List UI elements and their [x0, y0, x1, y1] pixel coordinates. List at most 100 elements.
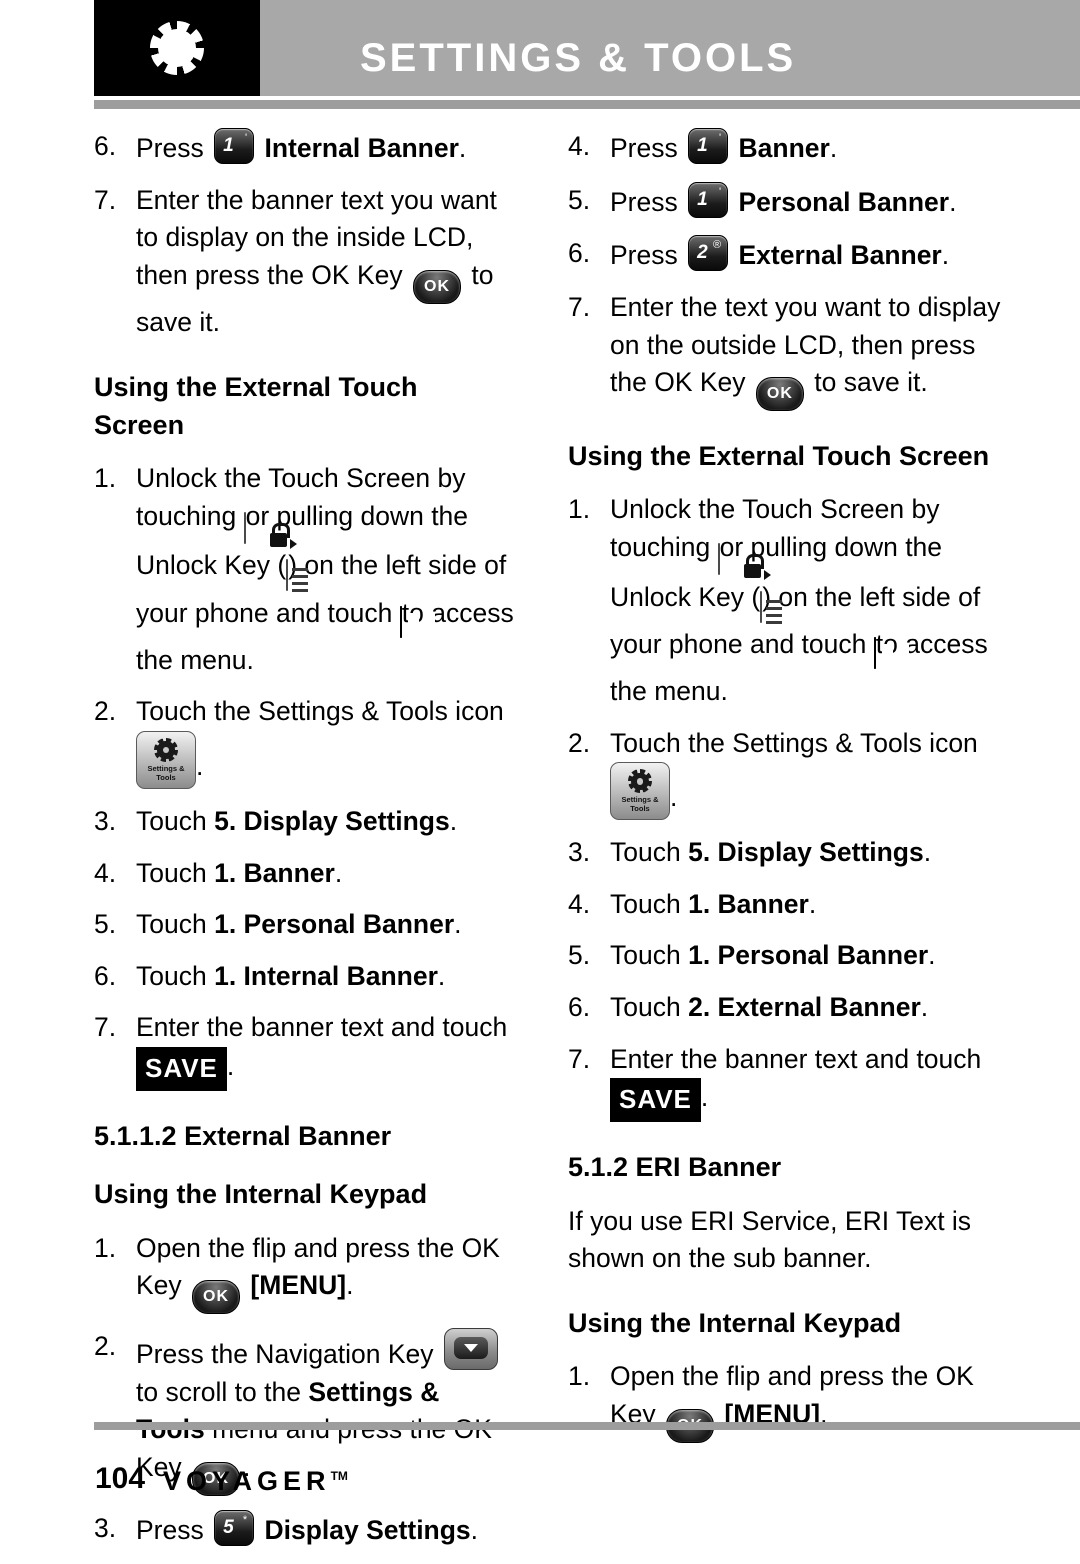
keypad-key-2-icon: 2 ® [688, 235, 729, 272]
step-text: . [700, 1082, 709, 1113]
step-text: Enter the text you want to display on th… [610, 291, 1001, 398]
list-body: Touch 1. Banner. [136, 855, 514, 893]
step-text: Touch the Settings & Tools icon [610, 727, 978, 758]
list-item: 3. Press 5 * Display Settings. [94, 1510, 514, 1550]
heading-external-banner: 5.1.1.2 External Banner [94, 1120, 392, 1151]
list-item: 5. Touch 1. Personal Banner. [94, 906, 514, 944]
step-text: Touch [136, 960, 215, 991]
list-number: 3. [568, 837, 591, 868]
list-number: 4. [568, 131, 591, 161]
list-item: 6. Press 2 ® External Banner. [568, 235, 1008, 275]
list-item: 5. Touch 1. Personal Banner. [568, 937, 1008, 975]
settings-tools-icon: Settings & Tools [136, 730, 196, 789]
list-body: Touch the Settings & Tools icon Settings… [610, 725, 1008, 821]
step-text: Press [610, 133, 678, 163]
list-number: 5. [94, 909, 117, 940]
step-text-bold: 1. Banner [214, 857, 335, 888]
list-number: 5. [568, 184, 591, 215]
footer-divider [94, 1422, 1080, 1430]
step-text: Touch [136, 857, 215, 888]
keypad-key-5-icon: 5 * [214, 1510, 255, 1547]
step-text: Touch [610, 940, 689, 971]
navigation-down-key-icon [443, 1328, 498, 1371]
unlock-padlock-icon [243, 511, 297, 549]
menu-grid-icon [873, 637, 909, 670]
step-text-bold: Internal Banner [264, 133, 459, 163]
list-number: 7. [568, 1043, 591, 1074]
step-text: Touch [610, 837, 689, 868]
step-text: Enter the banner text and touch [136, 1012, 508, 1043]
keypad-key-1-icon: 1 ' [688, 128, 729, 164]
step-text: . [437, 960, 446, 991]
list-item: 3. Touch 5. Display Settings. [568, 834, 1008, 872]
list-item: 4. Touch 1. Banner. [94, 855, 514, 893]
step-text: Touch [610, 888, 689, 919]
list-item: 1. Unlock the Touch Screen by touching o… [94, 460, 514, 679]
unlock-padlock-icon [717, 543, 771, 581]
step-text-bold: 1. Banner [688, 888, 809, 919]
step-text: . [196, 750, 204, 781]
step-text: Enter the banner text and touch [610, 1043, 982, 1074]
save-button[interactable]: SAVE [136, 1047, 227, 1091]
list-number: 7. [94, 1012, 117, 1043]
list-item: 4. Touch 1. Banner. [568, 886, 1008, 924]
list-body: Touch 5. Display Settings. [610, 834, 1008, 872]
list-body: Press 5 * Display Settings. [136, 1510, 514, 1550]
step-text: . [928, 940, 936, 971]
gear-icon [150, 21, 204, 75]
step-text: Press [136, 1515, 204, 1546]
unlock-key-icon [286, 559, 309, 593]
list-number: 7. [94, 184, 117, 215]
step-text: . [923, 837, 932, 868]
heading-using-internal-keypad: Using the Internal Keypad [568, 1307, 902, 1338]
step-text: . [458, 133, 467, 163]
list-item: 6. Press 1 ' Internal Banner. [94, 128, 514, 168]
list-body: Enter the text you want to display on th… [610, 289, 1008, 412]
step-text: Press [610, 240, 678, 271]
keypad-key-1-icon: 1 ' [214, 128, 255, 164]
heading-using-external-touch-screen: Using the External Touch Screen [568, 441, 990, 472]
list-item: 2. Touch the Settings & Tools icon Setti… [94, 693, 514, 789]
step-text-bold: Personal Banner [738, 186, 950, 217]
list-item: 4. Press 1 ' Banner. [568, 128, 1008, 168]
right-column: 4. Press 1 ' Banner. 5. Press 1 ' Personal… [568, 128, 1008, 1457]
page-number: 104 [95, 1462, 146, 1495]
list-item: 1. Open the flip and press the OK Key OK… [568, 1358, 1008, 1443]
ok-key-icon: OK [755, 377, 804, 412]
step-text-bold: 1. Personal Banner [688, 940, 929, 971]
list-item: 7. Enter the banner text and touch SAVE. [568, 1041, 1008, 1123]
heading-using-internal-keypad: Using the Internal Keypad [94, 1179, 428, 1210]
brand-name: VOYAGER [163, 1466, 331, 1496]
list-body: Press 2 ® External Banner. [610, 235, 1008, 275]
step-text-bold: External Banner [738, 240, 942, 271]
heading-using-external-touch-screen: Using the External Touch Screen [94, 371, 418, 440]
step-text: Touch [136, 909, 215, 940]
menu-grid-icon [399, 606, 435, 639]
list-item: 2. Touch the Settings & Tools icon Setti… [568, 725, 1008, 821]
step-text: Press [136, 133, 204, 163]
list-item: 5. Press 1 ' Personal Banner. [568, 181, 1008, 222]
step-text: Press the Navigation Key [136, 1339, 434, 1370]
step-text: . [808, 888, 817, 919]
step-text-bold: 1. Personal Banner [214, 909, 455, 940]
step-text: Touch the Settings & Tools icon [136, 696, 504, 727]
list-body: Touch 5. Display Settings. [136, 803, 514, 841]
list-number: 6. [568, 992, 591, 1023]
list-body: Unlock the Touch Screen by touching or p… [136, 460, 514, 679]
save-button[interactable]: SAVE [610, 1078, 701, 1123]
list-body: Touch 2. External Banner. [610, 989, 1008, 1027]
unlock-key-icon [760, 590, 783, 624]
list-item: 6. Touch 1. Internal Banner. [94, 958, 514, 996]
list-body: Enter the banner text and touch SAVE. [136, 1009, 514, 1091]
step-text: to scroll to the [136, 1376, 309, 1407]
page-title: SETTINGS & TOOLS [360, 36, 797, 80]
header-icon-box [94, 0, 260, 96]
heading-eri-banner: 5.1.2 ERI Banner [568, 1152, 782, 1183]
list-body: Press 1 ' Banner. [610, 128, 1008, 168]
list-number: 6. [94, 131, 117, 161]
list-number: 2. [568, 727, 591, 758]
list-item: 1. Open the flip and press the OK Key OK… [94, 1230, 514, 1315]
list-body: Touch 1. Banner. [610, 886, 1008, 924]
left-column: 6. Press 1 ' Internal Banner. 7. Enter th… [94, 128, 514, 1564]
list-item: 1. Unlock the Touch Screen by touching o… [568, 491, 1008, 710]
